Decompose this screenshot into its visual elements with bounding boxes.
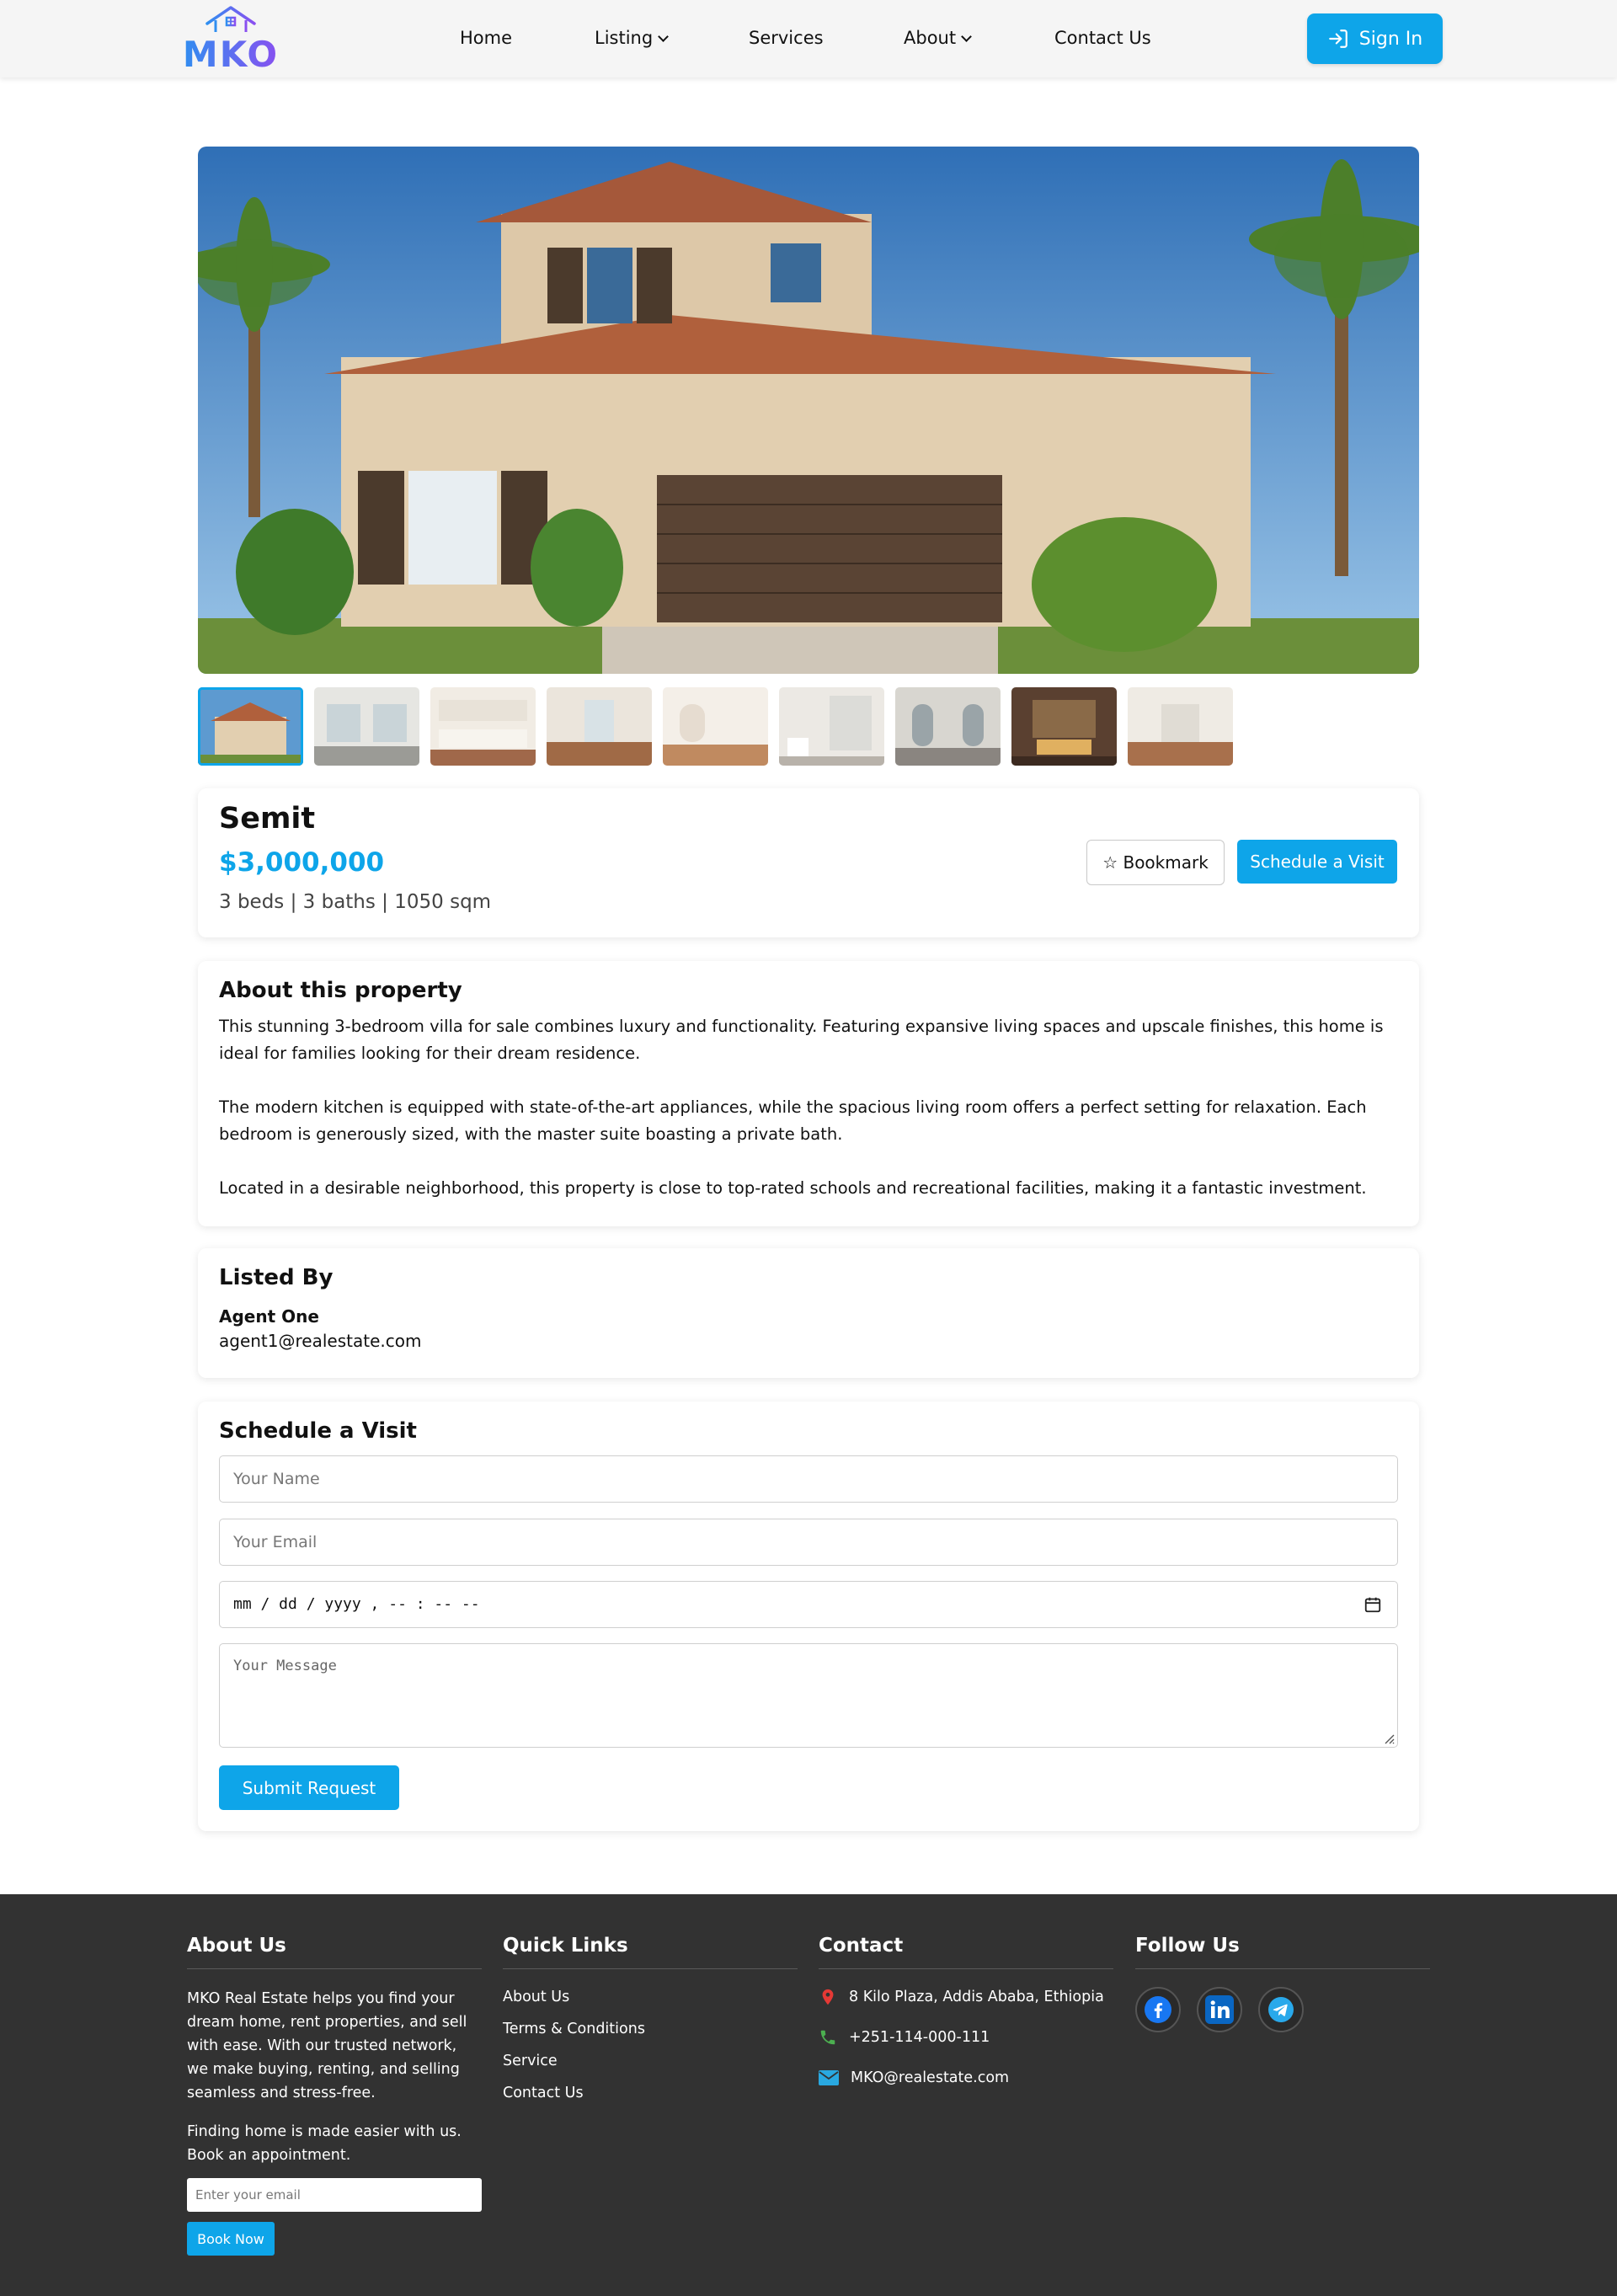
message-textarea[interactable]: Your Message xyxy=(219,1643,1398,1748)
facebook-button[interactable] xyxy=(1135,1987,1181,2032)
nav-services[interactable]: Services xyxy=(749,25,824,51)
about-paragraph-2: The modern kitchen is equipped with stat… xyxy=(219,1097,1367,1144)
thumbnail-house-exterior[interactable] xyxy=(198,687,303,766)
thumbnail-bathroom[interactable] xyxy=(779,687,884,766)
property-title: Semit xyxy=(219,802,316,836)
bookmark-button[interactable]: ☆ Bookmark xyxy=(1086,840,1225,885)
contact-address-row: 8 Kilo Plaza, Addis Ababa, Ethiopia xyxy=(819,1987,1104,2007)
schedule-visit-button[interactable]: Schedule a Visit xyxy=(1237,840,1397,884)
phone-icon xyxy=(820,2030,835,2045)
mail-icon xyxy=(819,2070,839,2085)
location-pin-icon xyxy=(822,1989,834,2005)
message-placeholder: Your Message xyxy=(233,1658,337,1674)
thumbnail-hallway[interactable] xyxy=(1128,687,1233,766)
nav-listing-label: Listing xyxy=(595,28,654,48)
nav-services-label: Services xyxy=(749,28,824,48)
name-input[interactable]: Your Name xyxy=(219,1455,1398,1503)
footer-link-terms[interactable]: Terms & Conditions xyxy=(503,2021,645,2037)
sign-in-label: Sign In xyxy=(1358,28,1423,50)
linkedin-button[interactable] xyxy=(1197,1987,1242,2032)
book-now-button[interactable]: Book Now xyxy=(187,2222,275,2256)
footer-link-contact-us[interactable]: Contact Us xyxy=(503,2085,584,2101)
listed-by-heading: Listed By xyxy=(219,1265,334,1290)
footer-link-about-us[interactable]: About Us xyxy=(503,1989,569,2005)
nav-about[interactable]: About xyxy=(904,25,972,51)
form-heading: Schedule a Visit xyxy=(219,1418,417,1444)
property-specs: 3 beds | 3 baths | 1050 sqm xyxy=(219,891,492,913)
thumbnail-bedroom[interactable] xyxy=(895,687,1001,766)
brand-logo[interactable]: MKO xyxy=(180,5,281,75)
login-icon xyxy=(1328,29,1348,48)
calendar-icon[interactable] xyxy=(1364,1595,1382,1614)
nav-contact-label: Contact Us xyxy=(1054,28,1151,48)
house-exterior-image xyxy=(198,147,1419,674)
property-summary-card: Semit $3,000,000 3 beds | 3 baths | 1050… xyxy=(198,788,1419,937)
contact-email-row: MKO@realestate.com xyxy=(819,2069,1009,2086)
footer-about-text: MKO Real Estate helps you find your drea… xyxy=(187,1990,467,2101)
footer-follow-heading: Follow Us xyxy=(1135,1935,1430,1969)
datetime-input[interactable]: mm / dd / yyyy , -- : -- -- xyxy=(219,1581,1398,1628)
thumbnail-kitchen[interactable] xyxy=(430,687,536,766)
about-property-card: About this property This stunning 3-bedr… xyxy=(198,961,1419,1226)
nav-home-label: Home xyxy=(460,28,513,48)
footer-tagline: Finding home is made easier with us. Boo… xyxy=(187,2123,462,2164)
listed-by-card: Listed By Agent One agent1@realestate.co… xyxy=(198,1248,1419,1378)
chevron-down-icon xyxy=(658,31,670,42)
chevron-down-icon xyxy=(961,31,972,42)
footer-quick-links-heading: Quick Links xyxy=(503,1935,798,1969)
contact-phone-row: +251-114-000-111 xyxy=(819,2028,990,2047)
about-heading: About this property xyxy=(219,978,462,1003)
schedule-visit-form: Schedule a Visit Your Name Your Email mm… xyxy=(198,1402,1419,1831)
thumbnail-open-plan-room[interactable] xyxy=(547,687,652,766)
nav-listing[interactable]: Listing xyxy=(595,25,670,51)
nav-about-label: About xyxy=(904,28,957,48)
contact-phone[interactable]: +251-114-000-111 xyxy=(849,2029,990,2046)
contact-address: 8 Kilo Plaza, Addis Ababa, Ethiopia xyxy=(849,1989,1104,2005)
email-input[interactable]: Your Email xyxy=(219,1519,1398,1566)
site-footer: About Us MKO Real Estate helps you find … xyxy=(0,1894,1617,2296)
main-property-photo[interactable] xyxy=(198,147,1419,674)
agent-email[interactable]: agent1@realestate.com xyxy=(219,1331,421,1351)
resize-grip-icon[interactable] xyxy=(1381,1731,1395,1744)
nav-contact-us[interactable]: Contact Us xyxy=(1054,25,1151,51)
facebook-icon xyxy=(1145,1996,1171,2023)
about-paragraph-1: This stunning 3-bedroom villa for sale c… xyxy=(219,1017,1384,1063)
datetime-value: mm / dd / yyyy , -- : -- -- xyxy=(233,1595,480,1613)
footer-contact-heading: Contact xyxy=(819,1935,1113,1969)
footer-about-heading: About Us xyxy=(187,1935,482,1969)
top-navbar: MKO Home Listing Services About Contact … xyxy=(0,0,1617,77)
thumbnail-living-room[interactable] xyxy=(314,687,419,766)
nav-home[interactable]: Home xyxy=(460,25,512,51)
telegram-icon xyxy=(1268,1997,1294,2022)
thumbnail-master-bath[interactable] xyxy=(1011,687,1117,766)
thumbnail-empty-room[interactable] xyxy=(663,687,768,766)
footer-email-input[interactable]: Enter your email xyxy=(187,2178,482,2212)
contact-email[interactable]: MKO@realestate.com xyxy=(851,2069,1009,2086)
linkedin-icon xyxy=(1205,1995,1234,2024)
agent-name: Agent One xyxy=(219,1306,319,1327)
about-paragraph-3: Located in a desirable neighborhood, thi… xyxy=(219,1178,1367,1198)
submit-request-button[interactable]: Submit Request xyxy=(219,1765,399,1810)
logo-text: MKO xyxy=(180,34,281,76)
sign-in-button[interactable]: Sign In xyxy=(1307,13,1443,64)
property-price: $3,000,000 xyxy=(219,847,385,878)
footer-link-service[interactable]: Service xyxy=(503,2053,558,2069)
telegram-button[interactable] xyxy=(1258,1987,1304,2032)
